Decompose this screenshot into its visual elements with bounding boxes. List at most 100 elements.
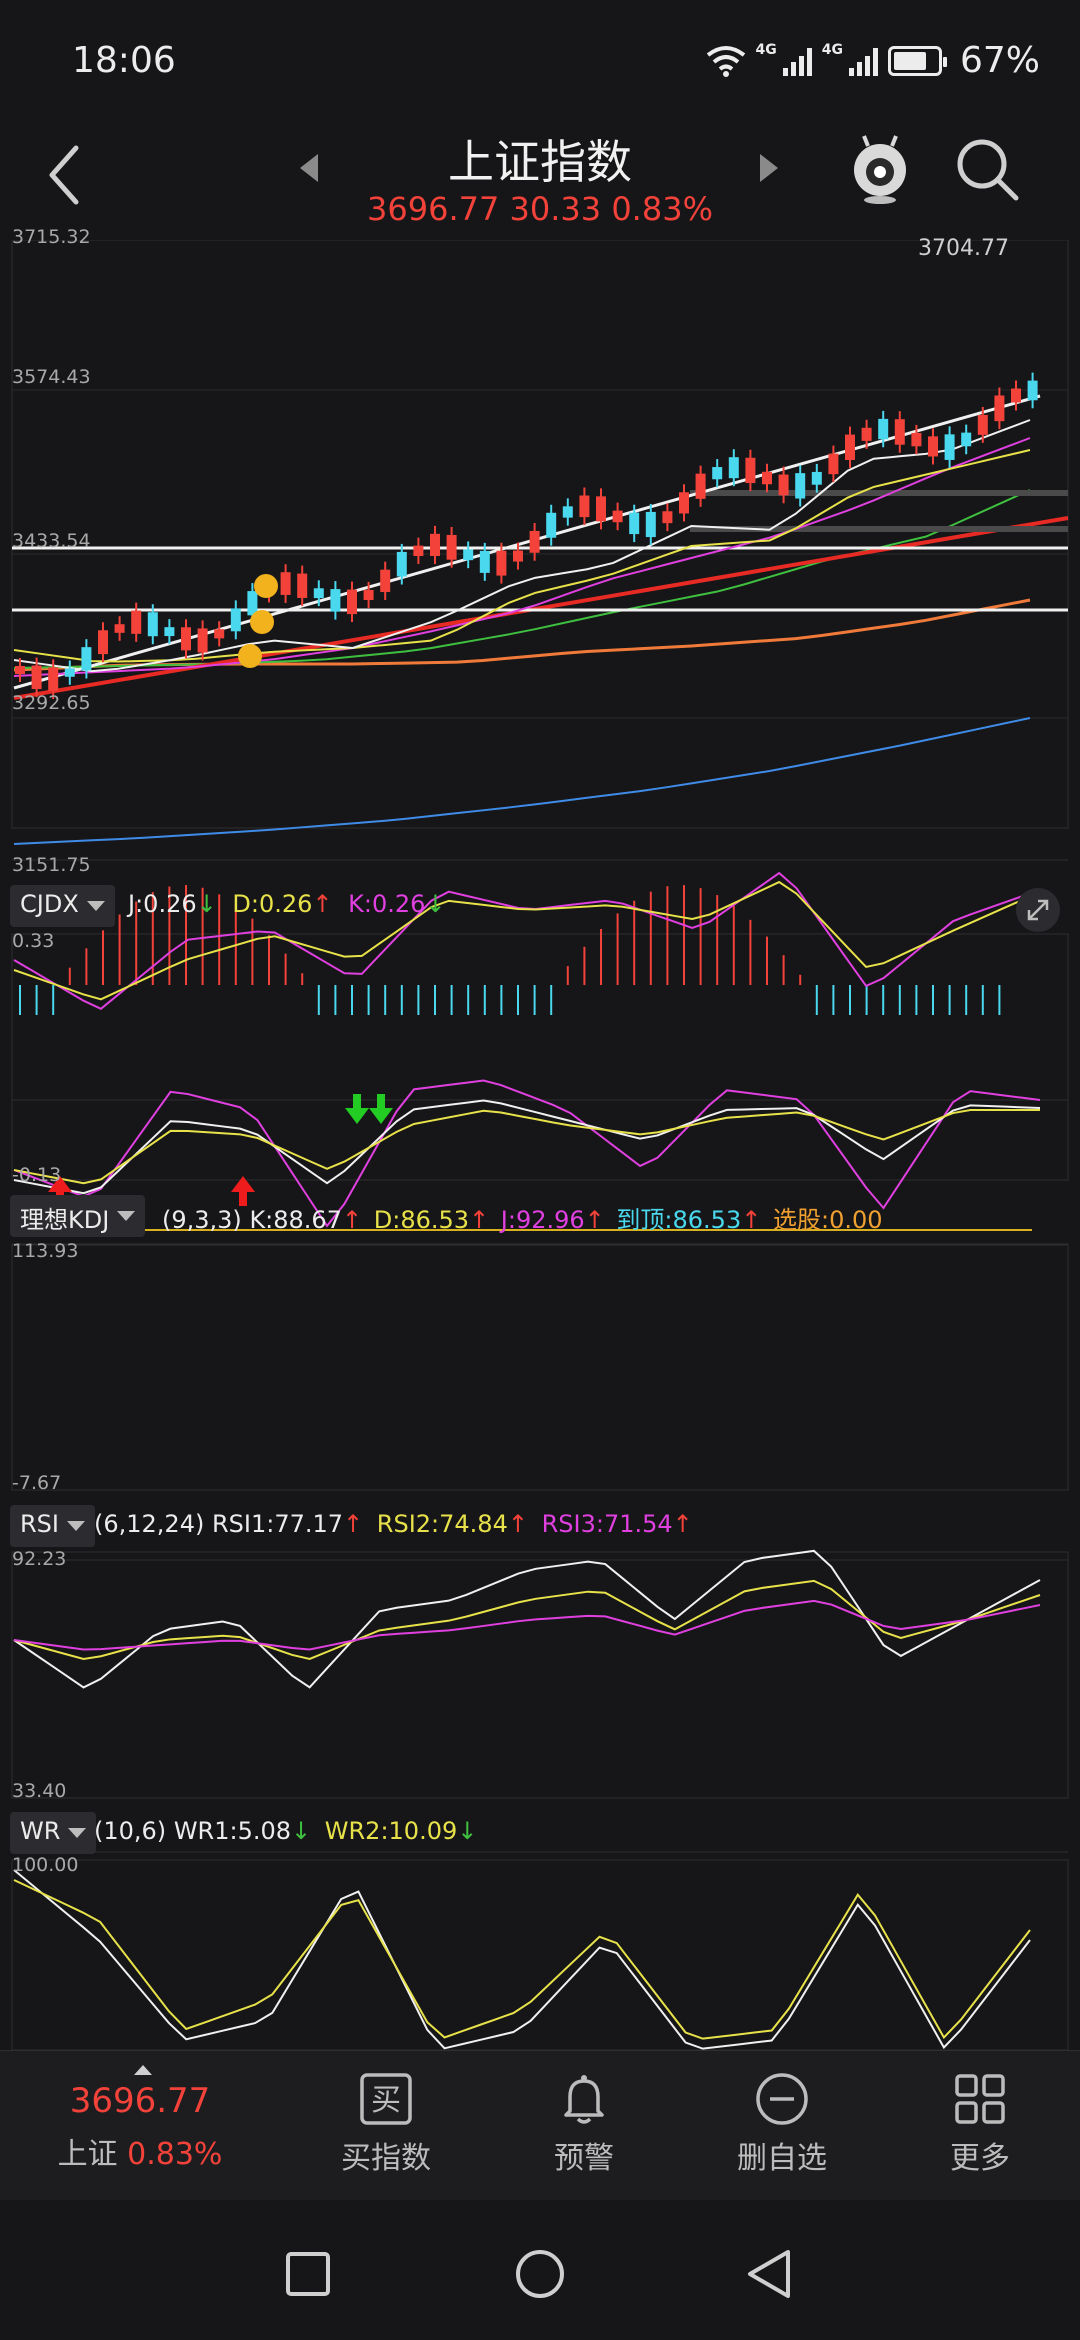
remove-watchlist-button[interactable]: 删自选 — [702, 2071, 862, 2177]
candle-body — [479, 550, 490, 573]
candle-body — [811, 471, 822, 485]
candle-body — [181, 627, 191, 651]
candle-body — [712, 467, 723, 480]
kdj-pick-value: 0.00 — [829, 1206, 883, 1234]
rsi1-value: 77.17 — [274, 1510, 344, 1538]
candle-body — [645, 511, 656, 538]
svg-text:买: 买 — [371, 2083, 401, 2118]
kdj-selector[interactable]: 理想KDJ — [10, 1195, 146, 1237]
candle-body — [114, 624, 125, 633]
candle-body — [1027, 380, 1038, 401]
chart-area[interactable]: 3715.32 3574.43 3433.54 3292.65 3151.75 … — [0, 226, 1080, 2050]
buy-index-button[interactable]: 买 买指数 — [306, 2071, 466, 2177]
status-bar: 18:06 4G 4G 67% — [0, 0, 1080, 120]
kdj-values: (9,3,3) K:88.67↑ D:86.53↑ J:92.96↑ 到顶:86… — [162, 1206, 883, 1234]
price-label-3: 3433.54 — [12, 530, 91, 552]
ma-line-green — [13, 489, 1031, 669]
candle-body — [828, 453, 839, 475]
wr2-value: 10.09 — [388, 1817, 458, 1845]
cjdx-selector[interactable]: CJDX — [10, 885, 115, 927]
kdj-sell-arrow — [369, 1094, 393, 1124]
wr1-line — [13, 1869, 1031, 2050]
rsi1-line — [13, 1549, 1041, 1689]
candle-body — [31, 665, 42, 690]
channel-line-white — [13, 394, 1041, 690]
kdj-j-value: 92.96 — [515, 1206, 585, 1234]
candle-body — [230, 608, 241, 632]
buy-icon: 买 — [360, 2073, 412, 2125]
network-type-1: 4G — [755, 42, 777, 58]
buy-signal-marker — [238, 644, 262, 668]
rsi3-value: 71.54 — [603, 1510, 673, 1538]
candle-body — [396, 551, 407, 577]
price-label-4: 3292.65 — [12, 692, 91, 714]
kdj-d-line — [13, 1109, 1040, 1185]
rsi-selector[interactable]: RSI — [10, 1505, 95, 1547]
status-time: 18:06 — [72, 40, 176, 81]
index-summary-value: 3696.77 — [69, 2081, 211, 2121]
alert-button[interactable]: 预警 — [504, 2071, 664, 2177]
status-icons: 4G 4G 67% — [706, 40, 1040, 81]
candle-body — [596, 496, 606, 522]
search-icon[interactable] — [954, 136, 1020, 202]
candle-body — [363, 589, 374, 600]
wr2-line — [13, 1879, 1031, 2040]
network-type-2: 4G — [821, 42, 843, 58]
header: 上证指数 3696.77 30.33 0.83% — [0, 120, 1080, 240]
kdj-axis-bottom: -7.67 — [12, 1472, 62, 1494]
mascot-icon[interactable] — [848, 134, 912, 204]
candle-body — [845, 434, 855, 461]
candle-body — [961, 432, 972, 447]
chart-canvas[interactable] — [0, 240, 1080, 2050]
kdj-d-value: 86.53 — [400, 1206, 470, 1234]
next-index-icon[interactable] — [760, 154, 778, 182]
rsi-axis-bottom: 33.40 — [12, 1780, 67, 1802]
high-price-label: 3704.77 — [918, 236, 1009, 261]
rsi2-value: 74.84 — [439, 1510, 508, 1538]
cjdx-axis-top: 0.33 — [12, 930, 55, 952]
candle-body — [513, 550, 523, 562]
back-nav-icon[interactable] — [744, 2248, 794, 2300]
more-button[interactable]: 更多 — [900, 2071, 1060, 2177]
index-summary[interactable]: 3696.77 上证 0.83% — [40, 2081, 240, 2173]
candle-body — [214, 629, 225, 639]
candle-body — [64, 668, 75, 677]
candle-body — [197, 628, 208, 653]
candle-body — [778, 474, 789, 496]
index-summary-name: 上证 — [57, 2137, 118, 2172]
cjdx-d-value: 0.26 — [258, 890, 313, 918]
price-label-2: 3574.43 — [12, 366, 91, 388]
index-quote: 3696.77 30.33 0.83% — [367, 190, 713, 228]
candle-body — [98, 630, 108, 655]
wr-selector[interactable]: WR — [10, 1812, 97, 1854]
more-label: 更多 — [950, 2141, 1010, 2176]
candle-body — [131, 610, 142, 634]
wifi-icon — [706, 45, 745, 77]
candle-body — [313, 588, 324, 599]
candle-body — [280, 572, 291, 595]
main-panel-frame — [11, 240, 1069, 829]
cjdx-j-value: 0.26 — [143, 890, 197, 918]
signal-icon-1 — [782, 46, 812, 76]
candle-body — [297, 573, 308, 598]
candle-body — [15, 666, 25, 674]
alert-label: 预警 — [554, 2141, 614, 2176]
ma-line-blue — [13, 717, 1031, 845]
expand-up-icon[interactable] — [134, 2065, 152, 2075]
candle-body — [81, 647, 92, 671]
candle-body — [446, 534, 457, 560]
index-summary-change: 0.83% — [127, 2137, 223, 2172]
candle-body — [579, 495, 590, 518]
expand-icon[interactable] — [1014, 886, 1062, 934]
bell-icon — [564, 2075, 604, 2124]
cjdx-axis-bottom: -0.13 — [12, 1164, 62, 1186]
kdj-axis-top: 113.93 — [12, 1240, 79, 1262]
system-nav-bar — [0, 2200, 1080, 2340]
battery-icon — [887, 45, 947, 76]
candle-body — [894, 419, 905, 445]
buy-signal-marker — [250, 610, 274, 634]
wr-values: (10,6) WR1:5.08↓ WR2:10.09↓ — [94, 1817, 478, 1845]
home-icon[interactable] — [514, 2248, 566, 2300]
recent-apps-icon[interactable] — [284, 2250, 332, 2298]
kdj-k-line — [13, 1099, 1041, 1195]
